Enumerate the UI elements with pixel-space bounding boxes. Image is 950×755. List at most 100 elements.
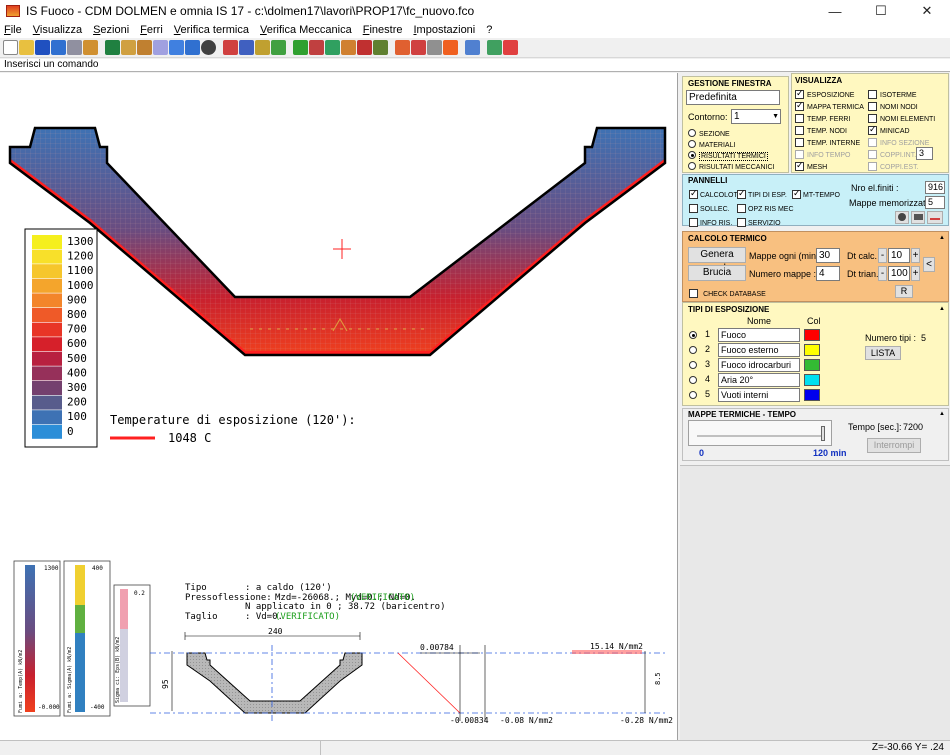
- visualizza-checkbox[interactable]: [868, 113, 877, 123]
- minimize-button[interactable]: —: [812, 0, 858, 22]
- node-d-icon[interactable]: [341, 40, 356, 55]
- edit-icon[interactable]: [411, 40, 426, 55]
- visualizza-option[interactable]: NOMI NODI: [868, 100, 935, 112]
- exposure-type-name[interactable]: Fuoco: [718, 328, 800, 342]
- new-file-icon[interactable]: [3, 40, 18, 55]
- visualizza-option[interactable]: MAPPA TERMICA: [795, 100, 864, 112]
- exposure-type-row[interactable]: 2 Fuoco esterno: [689, 343, 829, 357]
- view-mode-option[interactable]: MATERIALI: [688, 139, 774, 150]
- thermal-icon[interactable]: [395, 40, 410, 55]
- contorno-select[interactable]: 1 ▼: [731, 109, 781, 124]
- exposure-type-color[interactable]: [804, 374, 820, 386]
- visualizza-checkbox[interactable]: [795, 125, 804, 135]
- visualizza-option[interactable]: ISOTERME: [868, 88, 935, 100]
- view-mode-option[interactable]: RISULTATI TERMICI: [688, 150, 774, 161]
- print-icon[interactable]: [67, 40, 82, 55]
- exposure-type-name[interactable]: Vuoti interni: [718, 388, 800, 402]
- menu-help[interactable]: ?: [486, 24, 492, 36]
- visualizza-checkbox[interactable]: [868, 161, 877, 171]
- view-mode-radio[interactable]: [688, 140, 696, 149]
- tool-b-icon[interactable]: [239, 40, 254, 55]
- view-mode-radio[interactable]: [688, 129, 696, 138]
- close-button[interactable]: ✕: [904, 0, 950, 22]
- visualizza-option[interactable]: COPPI.EST.: [868, 160, 935, 172]
- visualizza-checkbox[interactable]: [795, 149, 804, 159]
- preset-field[interactable]: Predefinita: [686, 90, 780, 105]
- tool-d-icon[interactable]: [271, 40, 286, 55]
- visualizza-option[interactable]: TEMP. INTERNE: [795, 136, 864, 148]
- dt-trian-field[interactable]: 100: [888, 266, 910, 281]
- pen-edit-icon[interactable]: [83, 40, 98, 55]
- numero-mappe-field[interactable]: 4: [816, 266, 840, 281]
- node-a-icon[interactable]: [293, 40, 308, 55]
- dt-trian-increment[interactable]: +: [911, 266, 920, 281]
- node-e-icon[interactable]: [357, 40, 372, 55]
- visualizza-checkbox[interactable]: [795, 113, 804, 123]
- pannelli-checkbox[interactable]: [737, 217, 746, 227]
- pannelli-checkbox[interactable]: [792, 188, 801, 199]
- collapse-up-icon[interactable]: ▲: [939, 411, 945, 417]
- menu-sezioni[interactable]: Sezioni: [93, 24, 129, 36]
- pannelli-option[interactable]: OPZ RIS MEC: [737, 202, 794, 214]
- pannelli-option[interactable]: INFO RIS.: [689, 216, 732, 228]
- visualizza-checkbox[interactable]: [795, 88, 804, 99]
- pannelli-option[interactable]: SOLLEC.: [689, 202, 730, 214]
- exposure-type-name[interactable]: Aria 20°: [718, 373, 800, 387]
- exposure-type-name[interactable]: Fuoco idrocarburi: [718, 358, 800, 372]
- cut-section-icon[interactable]: [465, 40, 480, 55]
- open-folder-icon[interactable]: [19, 40, 34, 55]
- nro-field[interactable]: 916: [925, 181, 945, 194]
- save-icon[interactable]: [35, 40, 50, 55]
- pannelli-checkbox[interactable]: [689, 188, 698, 199]
- exposure-type-row[interactable]: 1 Fuoco: [689, 328, 829, 342]
- tool-a-icon[interactable]: [223, 40, 238, 55]
- zoom-out-icon[interactable]: [137, 40, 152, 55]
- coppi-value-field[interactable]: 3: [916, 147, 933, 160]
- menu-visualizza[interactable]: Visualizza: [33, 24, 82, 36]
- r-button[interactable]: R: [895, 285, 913, 298]
- drawing-canvas[interactable]: 1300 1200 1100 1000 900 800 700 600 500 400 300 200…: [0, 73, 678, 740]
- collapse-up-icon[interactable]: ▲: [939, 306, 945, 312]
- exposure-type-row[interactable]: 3 Fuoco idrocarburi: [689, 358, 829, 372]
- view-mode-option[interactable]: RISULTATI MECCANICI: [688, 161, 774, 172]
- exposure-type-color[interactable]: [804, 389, 820, 401]
- save-as-icon[interactable]: [51, 40, 66, 55]
- interrompi-button[interactable]: Interrompi: [867, 438, 921, 453]
- chart-icon[interactable]: [927, 211, 943, 224]
- brucia-button[interactable]: Brucia: [688, 265, 746, 281]
- time-slider[interactable]: [688, 420, 832, 446]
- camera-icon[interactable]: [911, 211, 925, 224]
- fire-check-icon[interactable]: [503, 40, 518, 55]
- zoom-extents-icon[interactable]: [105, 40, 120, 55]
- visualizza-checkbox[interactable]: [868, 137, 877, 147]
- dt-calc-decrement[interactable]: -: [878, 248, 887, 263]
- grid-icon[interactable]: [427, 40, 442, 55]
- visualizza-option[interactable]: TEMP. FERRI: [795, 112, 864, 124]
- exposure-type-row[interactable]: 5 Vuoti interni: [689, 388, 829, 402]
- menu-ferri[interactable]: Ferri: [140, 24, 163, 36]
- exposure-type-radio[interactable]: [689, 391, 697, 399]
- pannelli-option[interactable]: SERVIZIO: [737, 216, 781, 228]
- collapse-up-icon[interactable]: ▲: [939, 235, 945, 241]
- visualizza-checkbox[interactable]: [868, 101, 877, 111]
- dt-trian-decrement[interactable]: -: [878, 266, 887, 281]
- visualizza-checkbox[interactable]: [868, 149, 877, 159]
- pannelli-checkbox[interactable]: [689, 203, 698, 213]
- visualizza-option[interactable]: NOMI ELEMENTI: [868, 112, 935, 124]
- check-database-option[interactable]: CHECK DATABASE: [689, 287, 766, 299]
- mappe-ogni-field[interactable]: 30: [816, 248, 840, 263]
- exposure-type-radio[interactable]: [689, 346, 697, 354]
- maximize-button[interactable]: ☐: [858, 0, 904, 22]
- exposure-type-row[interactable]: 4 Aria 20°: [689, 373, 829, 387]
- zoom-window-icon[interactable]: [153, 40, 168, 55]
- menu-verifica-termica[interactable]: Verifica termica: [174, 24, 249, 36]
- regen-icon[interactable]: [185, 40, 200, 55]
- back-button[interactable]: <: [923, 257, 935, 272]
- visualizza-checkbox[interactable]: [795, 160, 804, 171]
- exposure-type-name[interactable]: Fuoco esterno: [718, 343, 800, 357]
- node-c-icon[interactable]: [325, 40, 340, 55]
- exposure-type-color[interactable]: [804, 359, 820, 371]
- view-mode-option[interactable]: SEZIONE: [688, 128, 774, 139]
- dt-calc-increment[interactable]: +: [911, 248, 920, 263]
- mappe-field[interactable]: 5: [925, 196, 945, 209]
